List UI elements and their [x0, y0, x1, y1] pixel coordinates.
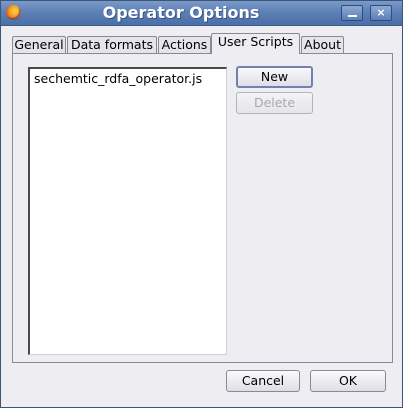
- tab-general[interactable]: General: [12, 36, 66, 53]
- close-icon: ×: [376, 6, 386, 19]
- minimize-icon: [348, 15, 357, 17]
- tab-actions[interactable]: Actions: [158, 36, 211, 53]
- close-button[interactable]: ×: [370, 5, 392, 21]
- delete-button[interactable]: Delete: [236, 92, 313, 114]
- list-item[interactable]: sechemtic_rdfa_operator.js: [34, 71, 202, 86]
- new-button-label: New: [260, 69, 289, 84]
- minimize-button[interactable]: [341, 5, 363, 21]
- ok-button-label: OK: [338, 373, 358, 388]
- delete-button-label: Delete: [253, 95, 296, 110]
- tab-user-scripts[interactable]: User Scripts: [211, 33, 300, 54]
- window-title: Operator Options: [102, 3, 260, 22]
- cancel-button-label: Cancel: [241, 373, 285, 388]
- scripts-list[interactable]: sechemtic_rdfa_operator.js: [28, 67, 227, 355]
- operator-options-window: Operator Options × General Data formats …: [0, 0, 403, 408]
- ok-button[interactable]: OK: [310, 370, 386, 392]
- title-bar[interactable]: Operator Options ×: [1, 1, 402, 26]
- tab-about[interactable]: About: [301, 36, 344, 53]
- cancel-button[interactable]: Cancel: [226, 370, 300, 392]
- new-button[interactable]: New: [236, 66, 313, 88]
- user-scripts-panel: sechemtic_rdfa_operator.js New Delete: [12, 53, 393, 363]
- tab-data-formats[interactable]: Data formats: [67, 36, 157, 53]
